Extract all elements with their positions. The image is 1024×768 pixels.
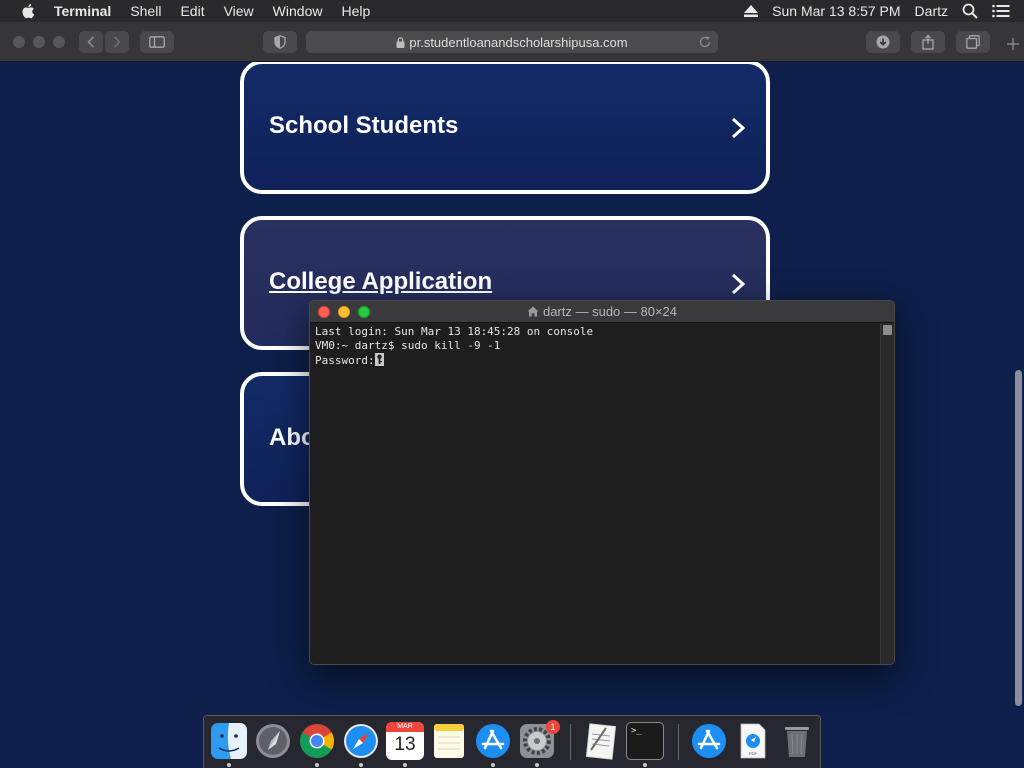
chevron-left-icon [87,36,95,48]
terminal-dock-icon[interactable]: >_ [626,722,664,760]
notes-icon[interactable] [430,722,468,760]
finder-icon[interactable] [210,722,248,760]
share-icon [922,34,934,50]
app-store-icon[interactable] [474,722,512,760]
running-indicator [643,763,647,767]
launchpad-icon[interactable] [254,722,292,760]
page-scrollbar-thumb[interactable] [1015,370,1022,706]
running-indicator [491,763,495,767]
document-stack-icon[interactable]: PDF [734,722,772,760]
terminal-line: Last login: Sun Mar 13 18:45:28 on conso… [315,325,594,338]
menu-app-terminal[interactable]: Terminal [54,0,111,22]
running-indicator [227,763,231,767]
share-button[interactable] [911,31,945,53]
lock-icon [396,36,405,48]
window-close-button[interactable] [13,36,25,48]
terminal-prompt-glyph: >_ [631,726,642,736]
reload-icon[interactable] [698,35,712,49]
running-indicator [359,763,363,767]
chevron-right-icon [731,273,746,295]
window-zoom-button[interactable] [53,36,65,48]
terminal-output[interactable]: Last login: Sun Mar 13 18:45:28 on conso… [315,325,878,369]
chevron-right-icon [731,117,746,139]
browser-toolbar: pr.studentloanandscholarshipusa.com [0,22,1024,62]
system-preferences-icon[interactable]: 1 [518,720,560,760]
password-key-cursor-icon [374,353,384,367]
textedit-icon[interactable] [582,722,620,760]
spotlight-search-icon[interactable] [962,3,978,19]
calendar-month: MAR [386,722,424,732]
window-minimize-button[interactable] [33,36,45,48]
home-folder-icon [527,306,539,317]
running-indicator [403,763,407,767]
menu-view[interactable]: View [224,0,254,22]
card-label: College Application [269,268,493,295]
apple-menu-icon[interactable] [20,2,38,20]
eject-icon[interactable] [744,5,759,17]
dock-separator [570,724,571,760]
privacy-report-button[interactable] [263,31,297,53]
terminal-window[interactable]: dartz — sudo — 80×24 Last login: Sun Mar… [309,300,895,665]
dock: MAR 13 1 >_ PDF [203,715,821,768]
running-indicator [315,763,319,767]
running-indicator [535,763,539,767]
downloads-button[interactable] [866,31,900,53]
menubar-user[interactable]: Dartz [915,3,948,19]
menu-help[interactable]: Help [341,0,370,22]
chrome-icon[interactable] [298,722,336,760]
new-tab-plus-icon[interactable] [1006,37,1020,51]
terminal-scrollbar[interactable] [880,323,894,664]
tabs-icon [966,35,980,49]
tab-overview-button[interactable] [956,31,990,53]
terminal-line: VM0:~ dartz$ sudo kill -9 -1 [315,339,501,353]
menu-edit[interactable]: Edit [180,0,204,22]
card-label: School Students [269,112,459,139]
address-bar[interactable]: pr.studentloanandscholarshipusa.com [306,31,718,53]
chevron-right-icon [113,36,121,48]
back-button[interactable] [79,31,103,53]
notification-center-icon[interactable] [992,4,1010,18]
terminal-password-line: Password: [315,353,878,368]
notification-badge: 1 [546,720,560,734]
card-school-students[interactable]: School Students [240,62,770,194]
menubar-clock[interactable]: Sun Mar 13 8:57 PM [772,3,900,19]
menu-shell[interactable]: Shell [130,0,161,22]
terminal-titlebar[interactable]: dartz — sudo — 80×24 [310,301,894,323]
forward-button[interactable] [105,31,129,53]
menu-window[interactable]: Window [273,0,323,22]
document-label: PDF [749,751,757,756]
menubar-status-area: Sun Mar 13 8:57 PM Dartz [744,0,1024,22]
terminal-line: Password: [315,354,375,368]
downloads-folder-icon[interactable] [690,722,728,760]
terminal-scrollbar-thumb[interactable] [883,325,892,335]
address-url: pr.studentloanandscholarshipusa.com [409,34,628,50]
download-icon [876,35,890,49]
shield-icon [274,35,286,49]
dock-separator [678,724,679,760]
sidebar-toggle-button[interactable] [140,31,174,53]
menu-bar: Terminal Shell Edit View Window Help Sun… [0,0,1024,22]
calendar-icon[interactable]: MAR 13 [386,722,424,760]
calendar-day: 13 [394,734,416,755]
terminal-title-text: dartz — sudo — 80×24 [542,304,678,319]
page-scrollbar[interactable] [1014,62,1024,714]
trash-icon[interactable] [778,722,816,760]
sidebar-icon [149,36,165,48]
terminal-title: dartz — sudo — 80×24 [310,304,894,319]
safari-icon[interactable] [342,722,380,760]
